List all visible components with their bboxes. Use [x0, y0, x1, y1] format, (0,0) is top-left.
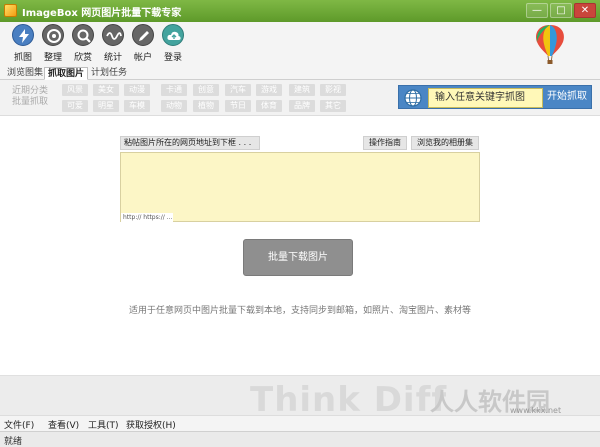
- watermark-site: www.kkx.net: [510, 406, 562, 415]
- category-chip[interactable]: 风景: [62, 84, 88, 96]
- toolbar-label: 欣赏: [73, 53, 92, 63]
- cloud-icon: [162, 24, 184, 46]
- disc-icon: [42, 24, 64, 46]
- toolbar-capture-button[interactable]: 抓图: [8, 24, 38, 63]
- menu-tools[interactable]: 工具(T): [88, 418, 119, 431]
- window-controls: — □ ✕: [526, 3, 596, 18]
- main-toolbar: 抓图 整理 欣赏 统计 帐户 登录: [0, 22, 600, 66]
- category-chip[interactable]: 建筑: [289, 84, 315, 96]
- category-chip[interactable]: 体育: [256, 100, 282, 112]
- magnifier-icon: [72, 24, 94, 46]
- wave-icon: [102, 24, 124, 46]
- category-chip[interactable]: 动物: [161, 100, 187, 112]
- browse-album-button[interactable]: 浏览我的相册集: [411, 136, 479, 150]
- status-bar: 就绪: [0, 431, 600, 447]
- keyword-input[interactable]: 输入任意关键字抓图: [428, 88, 543, 108]
- toolbar-label: 整理: [43, 53, 62, 63]
- category-chip[interactable]: 可爱: [62, 100, 88, 112]
- tab-browse-albums[interactable]: 浏览图集: [4, 67, 46, 80]
- menu-bar: 文件(F) 查看(V) 工具(T) 获取授权(H): [0, 415, 600, 431]
- title-bar: ImageBox 网页图片批量下载专家 — □ ✕: [0, 0, 600, 22]
- lightning-icon: [12, 24, 34, 46]
- guide-button[interactable]: 操作指南: [363, 136, 407, 150]
- toolbar-view-button[interactable]: 欣赏: [68, 24, 98, 63]
- watermark-text: Think Diff: [250, 380, 448, 415]
- tab-capture-images[interactable]: 抓取图片: [44, 67, 89, 80]
- maximize-button[interactable]: □: [550, 3, 572, 18]
- toolbar-label: 登录: [163, 53, 182, 63]
- menu-file[interactable]: 文件(F): [4, 418, 34, 431]
- main-area: 粘帖图片所在的网页地址到下框 . . . 操作指南 浏览我的相册集 http:/…: [0, 117, 600, 375]
- menu-license[interactable]: 获取授权(H): [126, 418, 176, 431]
- paste-url-label: 粘帖图片所在的网页地址到下框 . . .: [120, 136, 260, 150]
- toolbar-account-button[interactable]: 帐户: [128, 24, 158, 63]
- keyword-search-box: 输入任意关键字抓图 开始抓取: [398, 85, 592, 109]
- toolbar-stats-button[interactable]: 统计: [98, 24, 128, 63]
- category-chip[interactable]: 创意: [193, 84, 219, 96]
- category-chip[interactable]: 动漫: [124, 84, 150, 96]
- tab-scheduled-tasks[interactable]: 计划任务: [88, 67, 130, 80]
- watermark-band: Think Diff 人人软件园 www.kkx.net: [0, 375, 600, 415]
- category-chip[interactable]: 节日: [225, 100, 251, 112]
- hot-air-balloon-logo: [536, 25, 564, 64]
- url-textarea[interactable]: [120, 152, 480, 222]
- pen-icon: [132, 24, 154, 46]
- toolbar-label: 抓图: [13, 53, 32, 63]
- category-chip[interactable]: 游戏: [256, 84, 282, 96]
- category-chip[interactable]: 植物: [193, 100, 219, 112]
- menu-view[interactable]: 查看(V): [48, 418, 79, 431]
- category-chip[interactable]: 品牌: [289, 100, 315, 112]
- batch-download-button[interactable]: 批量下载图片: [243, 239, 353, 276]
- tab-bar: 浏览图集 抓取图片 计划任务: [0, 66, 600, 80]
- category-chip[interactable]: 影视: [320, 84, 346, 96]
- globe-icon: [404, 89, 422, 107]
- url-hint: http:// https:// ...: [121, 213, 173, 222]
- close-button[interactable]: ✕: [574, 3, 596, 18]
- toolbar-login-button[interactable]: 登录: [158, 24, 188, 63]
- description-text: 适用于任意网页中图片批量下载到本地，支持同步到邮箱，如照片、淘宝图片、素材等: [128, 306, 471, 316]
- toolbar-label: 统计: [103, 53, 122, 63]
- toolbar-organize-button[interactable]: 整理: [38, 24, 68, 63]
- status-text: 就绪: [4, 437, 23, 447]
- toolbar-label: 帐户: [133, 53, 152, 63]
- category-panel: 近期分类批量抓取 风景 美女 动漫 卡通 创意 汽车 游戏 建筑 影视 可爱 明星 车模 动物 植物 节日…: [0, 80, 600, 116]
- app-icon: [4, 4, 17, 17]
- category-chip[interactable]: 车模: [124, 100, 150, 112]
- minimize-button[interactable]: —: [526, 3, 548, 18]
- category-chip[interactable]: 汽车: [225, 84, 251, 96]
- window-title: ImageBox 网页图片批量下载专家: [22, 8, 182, 19]
- category-chip[interactable]: 明星: [93, 100, 119, 112]
- category-hint: 近期分类批量抓取: [12, 86, 49, 107]
- start-capture-button[interactable]: 开始抓取: [543, 86, 591, 108]
- category-chip[interactable]: 其它: [320, 100, 346, 112]
- category-chip[interactable]: 卡通: [161, 84, 187, 96]
- category-chip[interactable]: 美女: [93, 84, 119, 96]
